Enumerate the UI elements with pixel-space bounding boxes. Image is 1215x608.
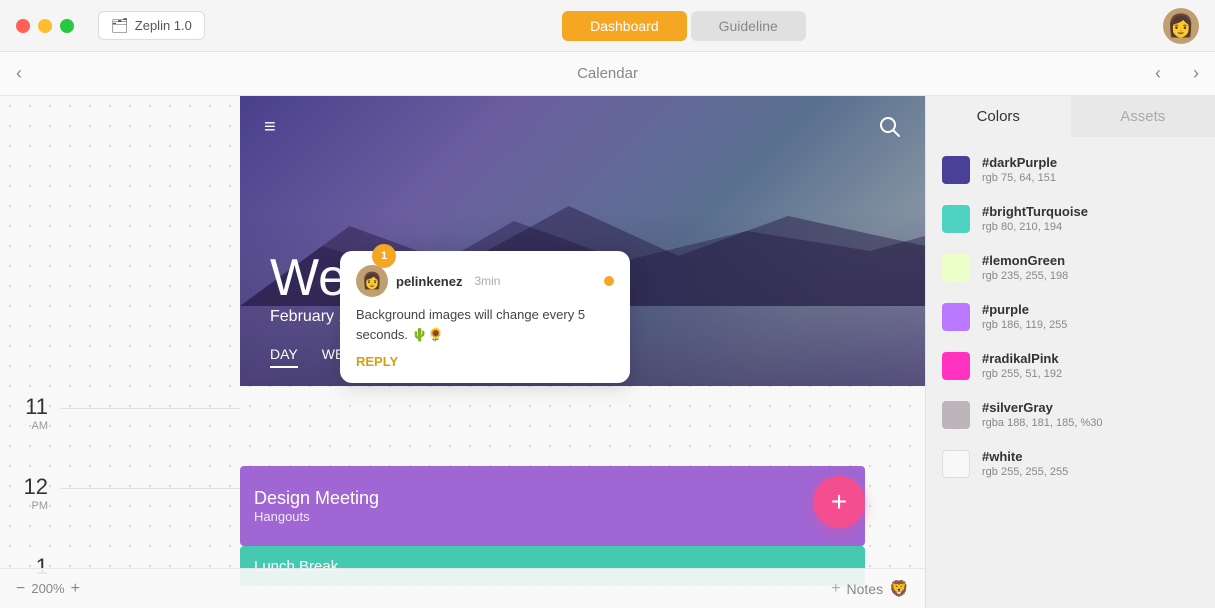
color-item: #silverGray rgba 188, 181, 185, %30: [926, 390, 1215, 439]
time-label-12: 12 PM: [0, 474, 60, 512]
search-svg: [879, 116, 901, 138]
tab-dashboard[interactable]: Dashboard: [562, 11, 687, 41]
color-swatch: [942, 205, 970, 233]
color-name: #brightTurquoise: [982, 204, 1088, 219]
event-info: Design Meeting Hangouts: [254, 488, 379, 524]
comment-avatar-emoji: 👩: [362, 271, 382, 291]
notes-area: + Notes 🦁: [831, 579, 909, 599]
add-event-fab[interactable]: +: [813, 476, 865, 528]
tab-day[interactable]: DAY: [270, 346, 298, 368]
color-item: #white rgb 255, 255, 255: [926, 439, 1215, 488]
color-info: #white rgb 255, 255, 255: [982, 449, 1068, 478]
color-rgb: rgb 186, 119, 255: [982, 319, 1067, 331]
notes-emoji: 🦁: [889, 579, 909, 599]
reply-button[interactable]: REPLY: [356, 354, 614, 369]
color-info: #brightTurquoise rgb 80, 210, 194: [982, 204, 1088, 233]
color-rgb: rgb 255, 255, 255: [982, 466, 1068, 478]
comment-text: Background images will change every 5 se…: [356, 305, 614, 344]
color-name: #lemonGreen: [982, 253, 1068, 268]
color-swatch: [942, 254, 970, 282]
event-subtitle: Hangouts: [254, 509, 379, 524]
color-rgb: rgba 188, 181, 185, %30: [982, 417, 1102, 429]
color-rgb: rgb 235, 255, 198: [982, 270, 1068, 282]
color-name: #silverGray: [982, 400, 1102, 415]
color-name: #radikalPink: [982, 351, 1062, 366]
main-content: ≡ Wednesday February 18, 2015 DAY WEEK M…: [0, 96, 1215, 608]
color-rgb: rgb 80, 210, 194: [982, 221, 1088, 233]
color-rgb: rgb 75, 64, 151: [982, 172, 1057, 184]
color-swatch: [942, 156, 970, 184]
title-bar: 🗂 Zeplin 1.0 Dashboard Guideline 👩: [0, 0, 1215, 52]
calendar-header: ‹ Calendar ‹ ›: [0, 52, 1215, 96]
color-swatch: [942, 401, 970, 429]
calendar-prev-button[interactable]: ‹: [0, 55, 38, 92]
event-title: Design Meeting: [254, 488, 379, 509]
color-item: #radikalPink rgb 255, 51, 192: [926, 341, 1215, 390]
color-item: #purple rgb 186, 119, 255: [926, 292, 1215, 341]
close-button[interactable]: [16, 19, 30, 33]
panel-tabs: Colors Assets: [926, 96, 1215, 137]
nav-tabs: Dashboard Guideline: [562, 11, 806, 41]
zeplin-button[interactable]: 🗂 Zeplin 1.0: [98, 11, 205, 40]
bottom-bar: + Notes 🦁: [240, 568, 925, 608]
zeplin-label: Zeplin 1.0: [135, 18, 192, 33]
color-item: #darkPurple rgb 75, 64, 151: [926, 145, 1215, 194]
color-rgb: rgb 255, 51, 192: [982, 368, 1062, 380]
search-icon[interactable]: [879, 116, 901, 144]
time-row-11: 11 AM: [0, 386, 240, 466]
hour-12: 12: [0, 474, 48, 500]
right-panel: Colors Assets #darkPurple rgb 75, 64, 15…: [925, 96, 1215, 608]
color-info: #darkPurple rgb 75, 64, 151: [982, 155, 1057, 184]
color-item: #brightTurquoise rgb 80, 210, 194: [926, 194, 1215, 243]
color-swatch: [942, 450, 970, 478]
color-item: #lemonGreen rgb 235, 255, 198: [926, 243, 1215, 292]
calendar-forward-button[interactable]: ›: [1177, 55, 1215, 92]
ampm-11: AM: [0, 420, 48, 432]
comment-time: 3min: [474, 274, 500, 288]
add-note-button[interactable]: +: [831, 580, 840, 598]
colors-list: #darkPurple rgb 75, 64, 151 #brightTurqu…: [926, 137, 1215, 608]
event-design-meeting[interactable]: Design Meeting Hangouts ↺: [240, 466, 865, 546]
window-controls: [16, 19, 74, 33]
color-name: #purple: [982, 302, 1067, 317]
color-swatch: [942, 303, 970, 331]
color-name: #darkPurple: [982, 155, 1057, 170]
zeplin-icon: 🗂: [111, 17, 129, 34]
color-swatch: [942, 352, 970, 380]
time-label-11: 11 AM: [0, 394, 60, 432]
comment-username: pelinkenez: [396, 274, 462, 289]
time-row-12: 12 PM: [0, 466, 240, 546]
color-info: #silverGray rgba 188, 181, 185, %30: [982, 400, 1102, 429]
color-name: #white: [982, 449, 1068, 464]
maximize-button[interactable]: [60, 19, 74, 33]
zoom-in-button[interactable]: +: [71, 580, 80, 598]
comment-bubble: 👩 pelinkenez 3min Background images will…: [340, 251, 630, 383]
tab-assets[interactable]: Assets: [1071, 96, 1215, 137]
notes-label: Notes: [847, 581, 884, 597]
comment-header: 👩 pelinkenez 3min: [356, 265, 614, 297]
zoom-level: 200%: [31, 581, 64, 596]
zoom-out-button[interactable]: −: [16, 580, 25, 598]
calendar-area: ≡ Wednesday February 18, 2015 DAY WEEK M…: [0, 96, 925, 608]
notification-badge: 1: [372, 244, 396, 268]
comment-online-dot: [604, 276, 614, 286]
color-info: #purple rgb 186, 119, 255: [982, 302, 1067, 331]
avatar[interactable]: 👩: [1163, 8, 1199, 44]
minimize-button[interactable]: [38, 19, 52, 33]
comment-avatar: 👩: [356, 265, 388, 297]
color-info: #radikalPink rgb 255, 51, 192: [982, 351, 1062, 380]
ampm-12: PM: [0, 500, 48, 512]
menu-icon[interactable]: ≡: [264, 116, 276, 139]
tab-colors[interactable]: Colors: [926, 96, 1071, 137]
zoom-controls: − 200% +: [0, 568, 240, 608]
hour-11: 11: [0, 394, 48, 420]
calendar-next-button[interactable]: ‹: [1139, 55, 1177, 92]
calendar-title: Calendar: [577, 65, 638, 82]
tab-guideline[interactable]: Guideline: [691, 11, 806, 41]
color-info: #lemonGreen rgb 235, 255, 198: [982, 253, 1068, 282]
